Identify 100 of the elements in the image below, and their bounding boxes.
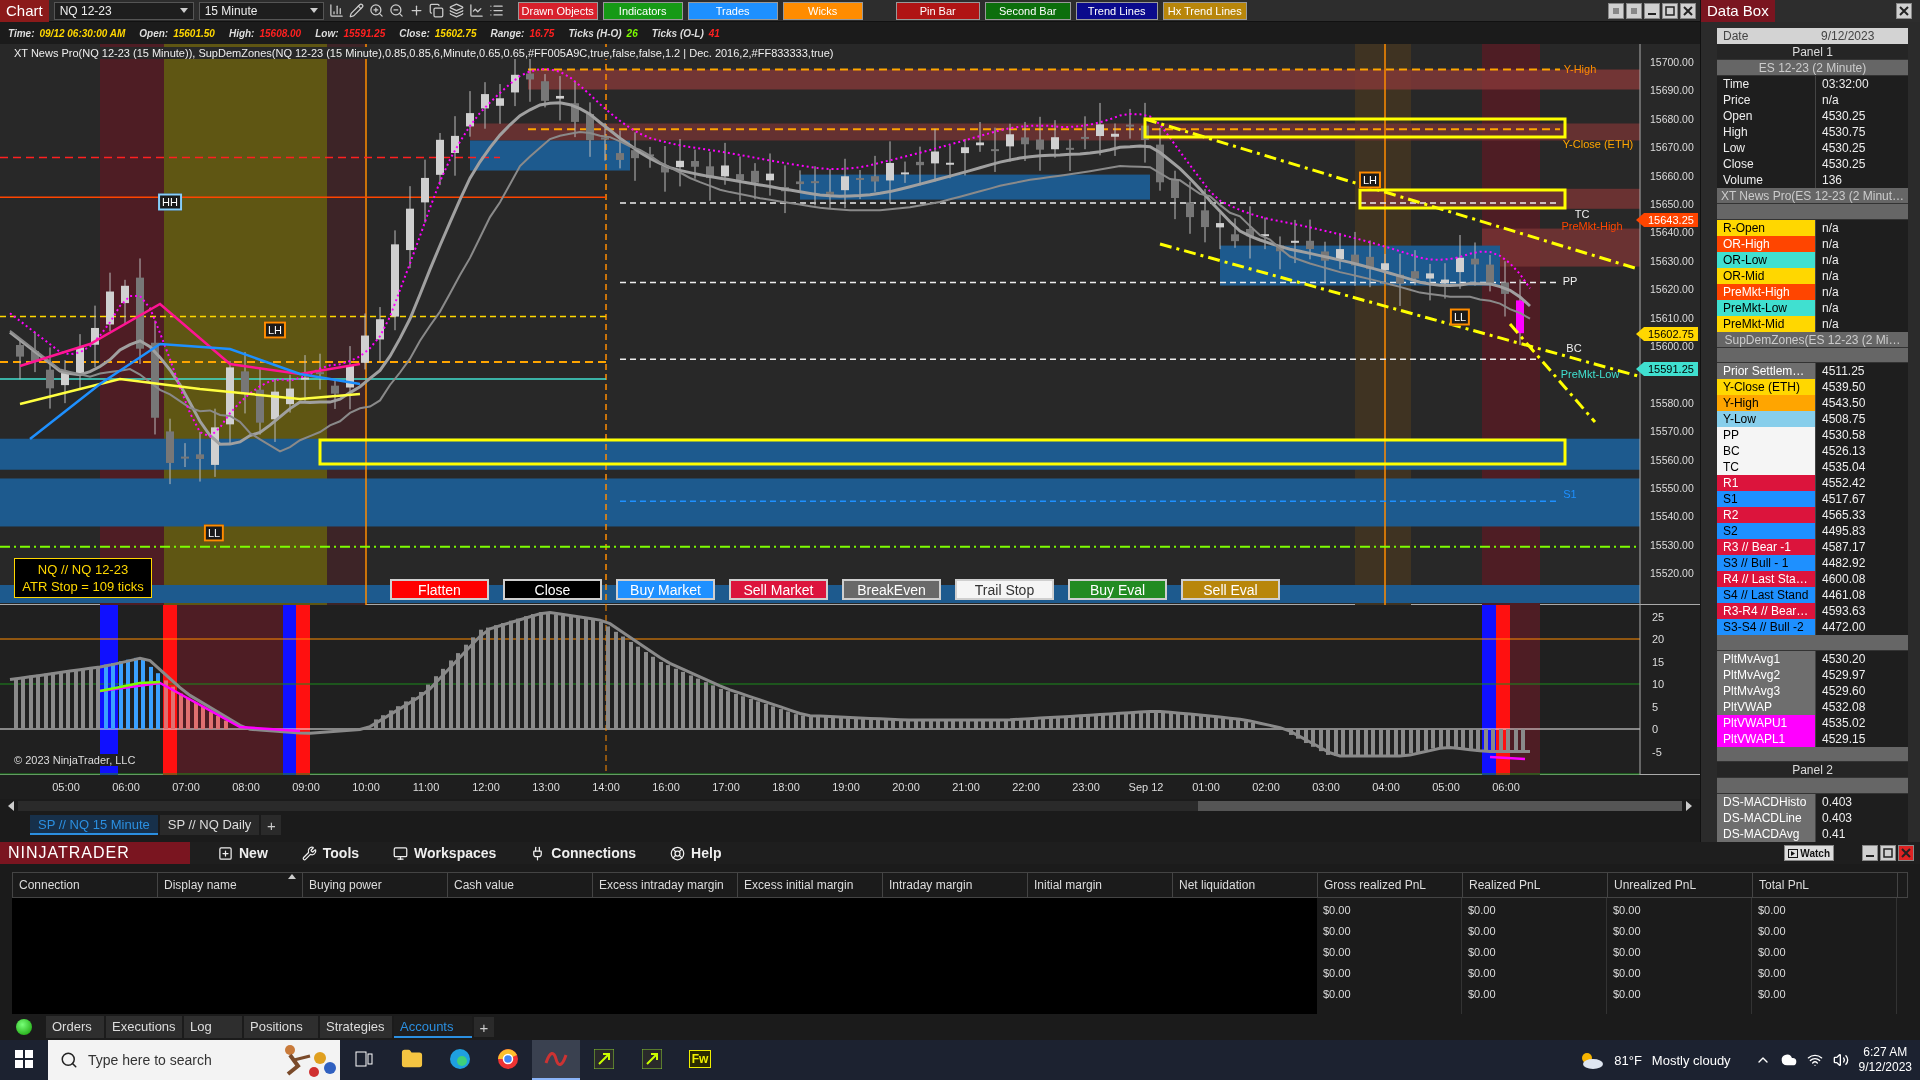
data-label: R2 — [1717, 507, 1815, 524]
interval-dropdown[interactable]: 15 Minute — [198, 1, 324, 20]
bottom-tab[interactable]: Positions — [244, 1016, 318, 1039]
time-axis-label: 07:00 — [172, 781, 200, 793]
macd-axis-label: 0 — [1652, 723, 1659, 735]
column-header[interactable]: Excess intraday margin — [593, 873, 738, 897]
swing-label: LL — [1449, 308, 1471, 326]
data-label: R3-R4 // Bear… — [1717, 603, 1815, 620]
data-value: 4600.08 — [1815, 571, 1908, 588]
instrument-dropdown[interactable]: NQ 12-23 — [53, 1, 194, 20]
column-header[interactable]: Total PnL — [1753, 873, 1898, 897]
menu-item[interactable]: Connections — [524, 844, 643, 862]
panel-title: Data Box — [1701, 0, 1775, 22]
column-header[interactable]: Excess initial margin — [738, 873, 883, 897]
column-header[interactable]: Gross realized PnL — [1318, 873, 1463, 897]
data-value: 4517.67 — [1815, 491, 1908, 508]
data-value: 9/12/2023 — [1815, 28, 1908, 44]
table-cell-text: $0.00 — [1322, 904, 1352, 918]
table-cell-text: $0.00 — [1467, 946, 1497, 960]
column-header[interactable]: Connection — [13, 873, 158, 897]
order-button[interactable]: Sell Market — [729, 579, 828, 600]
data-value: 136 — [1815, 172, 1908, 188]
price-marker: 15602.75 — [1636, 327, 1698, 341]
data-value: 4539.50 — [1815, 379, 1908, 396]
data-label: Volume — [1717, 172, 1815, 188]
column-header[interactable]: Buying power — [303, 873, 448, 897]
time-axis-label: 06:00 — [112, 781, 140, 793]
price-axis-label: 15520.00 — [1650, 567, 1694, 580]
table-cell-text: $0.00 — [1612, 988, 1642, 1002]
time-axis-label: 11:00 — [412, 781, 440, 793]
data-value: 4543.50 — [1815, 395, 1908, 412]
data-value: 4511.25 — [1815, 363, 1908, 380]
chart-tab[interactable]: SP // NQ Daily — [159, 815, 260, 835]
toolbar-button[interactable]: Indicators — [602, 1, 683, 20]
menu-item[interactable]: New — [212, 844, 274, 862]
data-label: Time — [1717, 76, 1815, 92]
stat-label: Ticks (O-L) — [651, 27, 704, 39]
toolbar-button[interactable]: Trend Lines — [1075, 1, 1158, 20]
swing-label: HH — [158, 193, 182, 211]
table-cell-text: $0.00 — [1612, 967, 1642, 981]
time-axis-label: 04:00 — [1372, 781, 1400, 793]
macd-axis-label: 25 — [1652, 610, 1665, 623]
window-title: Chart — [0, 0, 49, 22]
column-header[interactable]: Realized PnL — [1463, 873, 1608, 897]
macd-axis-label: 10 — [1652, 678, 1665, 690]
time-axis-label: 05:00 — [1432, 781, 1460, 793]
stat-value: 16.75 — [529, 27, 555, 39]
price-axis-label: 15540.00 — [1650, 510, 1694, 523]
data-label: S4 // Last Stand — [1717, 587, 1815, 604]
macd-axis-label: 20 — [1652, 633, 1665, 645]
toolbar-button[interactable]: Drawn Objects — [517, 1, 598, 20]
time-axis-label: 08:00 — [232, 781, 260, 793]
menu-item[interactable]: Workspaces — [387, 844, 503, 862]
menu-item[interactable]: Tools — [295, 844, 366, 862]
chart-tab[interactable]: SP // NQ 15 Minute — [30, 815, 158, 835]
toolbar-button[interactable]: Pin Bar — [895, 1, 980, 20]
price-axis-label: 15640.00 — [1650, 226, 1694, 239]
bottom-tab[interactable]: Orders — [46, 1016, 104, 1039]
time-axis-label: 06:00 — [1492, 781, 1520, 793]
order-button[interactable]: Flatten — [390, 579, 489, 600]
table-cell-text: $0.00 — [1612, 925, 1642, 939]
table-cell-text: $0.00 — [1757, 967, 1787, 981]
data-label: R4 // Last Sta… — [1717, 571, 1815, 588]
menu-item[interactable]: Help — [664, 844, 728, 862]
macd-axis-label: -5 — [1652, 745, 1662, 758]
data-value: 4530.58 — [1815, 427, 1908, 444]
column-header[interactable]: Initial margin — [1028, 873, 1173, 897]
level-label: PreMkt-Low — [1560, 368, 1620, 380]
price-marker: 15643.25 — [1636, 213, 1698, 227]
column-header[interactable]: Display name — [158, 873, 303, 897]
data-value: 03:32:00 — [1815, 76, 1908, 92]
table-cell-text: $0.00 — [1612, 946, 1642, 960]
order-button[interactable]: BreakEven — [842, 579, 941, 600]
bottom-tab[interactable]: Strategies — [320, 1016, 392, 1039]
price-axis-label: 15660.00 — [1650, 169, 1694, 182]
time-axis-label: 14:00 — [592, 781, 620, 793]
bottom-tab[interactable]: Log — [184, 1016, 242, 1039]
panel-heading: Panel 1 — [1717, 44, 1908, 60]
column-header[interactable]: Cash value — [448, 873, 593, 897]
stat-label: High: — [228, 27, 255, 39]
toolbar-button[interactable]: Second Bar — [984, 1, 1071, 20]
data-value: 4552.42 — [1815, 475, 1908, 492]
order-button[interactable]: Close — [503, 579, 602, 600]
price-axis-label: 15610.00 — [1650, 311, 1694, 324]
data-value: 4530.75 — [1815, 124, 1908, 140]
clock[interactable]: 6:27 AM 9/12/2023 — [1858, 1045, 1912, 1075]
watch-button[interactable]: Watch — [1784, 845, 1834, 861]
add-tab-button[interactable]: + — [474, 1017, 494, 1038]
add-tab-button[interactable]: + — [261, 815, 282, 835]
column-header[interactable]: Intraday margin — [883, 873, 1028, 897]
time-axis-label: 19:00 — [832, 781, 860, 793]
stat-label: Ticks (H-O) — [568, 27, 622, 39]
column-header[interactable]: Unrealized PnL — [1608, 873, 1753, 897]
bottom-tab[interactable]: Executions — [106, 1016, 182, 1039]
copyright-text: © 2023 NinjaTrader, LLC — [12, 754, 138, 766]
stat-value: 09/12 06:30:00 AM — [39, 27, 126, 39]
column-header[interactable]: Net liquidation — [1173, 873, 1318, 897]
order-button[interactable]: Buy Eval — [1068, 579, 1167, 600]
time-axis-label: 09:00 — [292, 781, 320, 793]
order-button[interactable]: Trail Stop — [955, 579, 1054, 600]
